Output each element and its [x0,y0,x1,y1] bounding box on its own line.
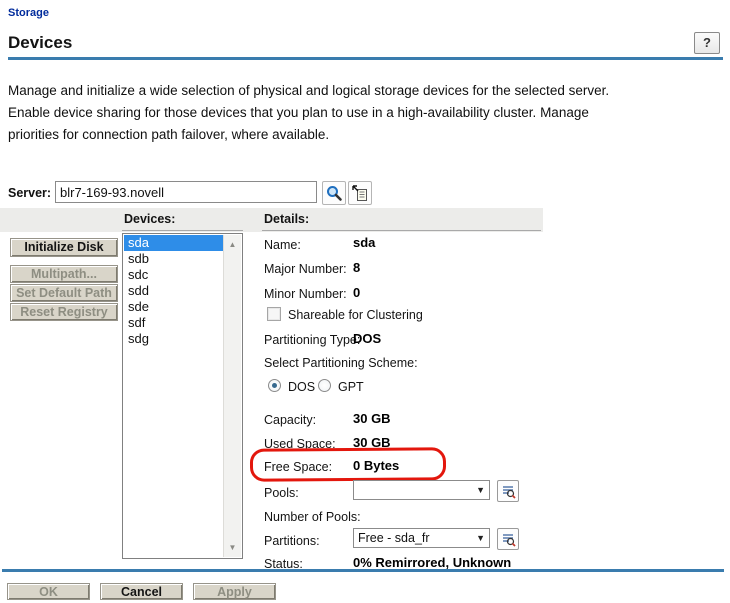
minor-number-value: 0 [353,285,360,300]
list-item-sda[interactable]: sda [124,235,224,251]
page-description: Manage and initialize a wide selection o… [8,80,636,146]
radio-dos-label: DOS [288,380,315,394]
initialize-disk-button[interactable]: Initialize Disk [10,238,118,257]
list-item-sdd[interactable]: sdd [124,283,224,299]
name-label: Name: [264,238,301,252]
free-space-value: 0 Bytes [353,458,399,473]
apply-button[interactable]: Apply [193,583,276,600]
radio-gpt-label: GPT [338,380,364,394]
multipath-button[interactable]: Multipath... [10,265,118,283]
pools-dropdown[interactable]: ▼ [353,480,490,500]
scroll-up-icon[interactable]: ▲ [224,237,241,252]
list-search-icon [501,484,516,499]
used-space-value: 30 GB [353,435,391,450]
number-of-pools-label: Number of Pools: [264,510,361,524]
minor-number-label: Minor Number: [264,287,347,301]
help-button[interactable]: ? [694,32,720,54]
server-label: Server: [8,186,51,200]
list-item-sde[interactable]: sde [124,299,224,315]
capacity-label: Capacity: [264,413,316,427]
breadcrumb-storage-link[interactable]: Storage [8,7,49,19]
used-space-label: Used Space: [264,437,336,451]
name-value: sda [353,235,375,250]
partitioning-scheme-label: Select Partitioning Scheme: [264,356,418,370]
server-input[interactable] [55,181,317,203]
status-value: 0% Remirrored, Unknown [353,555,511,570]
radio-gpt[interactable] [318,379,331,392]
cancel-button[interactable]: Cancel [100,583,183,600]
details-header-underline [262,230,541,231]
list-item-sdg[interactable]: sdg [124,331,224,347]
footer-divider [2,569,724,572]
devices-column-header: Devices: [124,212,175,226]
details-column-header: Details: [264,212,309,226]
shareable-label: Shareable for Clustering [288,308,423,322]
major-number-label: Major Number: [264,262,347,276]
ok-button[interactable]: OK [7,583,90,600]
major-number-value: 8 [353,260,360,275]
object-selector-button[interactable] [322,181,346,205]
object-history-button[interactable] [348,181,372,205]
partitioning-type-label: Partitioning Type: [264,333,360,347]
partitions-dropdown-value: Free - sda_fr [358,531,430,545]
list-scrollbar[interactable]: ▲ ▼ [223,235,241,557]
list-search-icon [501,532,516,547]
list-item-sdb[interactable]: sdb [124,251,224,267]
capacity-value: 30 GB [353,411,391,426]
page-title: Devices [8,33,72,53]
devices-header-underline [122,230,243,231]
list-item-sdc[interactable]: sdc [124,267,224,283]
radio-dos[interactable] [268,379,281,392]
device-listbox: sda sdb sdc sdd sde sdf sdg ▲ ▼ [122,233,243,559]
search-icon [325,184,343,202]
partitions-dropdown[interactable]: Free - sda_fr ▼ [353,528,490,548]
chevron-down-icon: ▼ [476,481,485,499]
object-history-icon [351,184,369,202]
pools-label: Pools: [264,486,299,500]
reset-registry-button[interactable]: Reset Registry [10,303,118,321]
scroll-down-icon[interactable]: ▼ [224,540,241,555]
pools-details-button[interactable] [497,480,519,502]
title-divider [8,57,723,60]
device-list: sda sdb sdc sdd sde sdf sdg [124,235,224,557]
free-space-label: Free Space: [264,460,332,474]
set-default-path-button[interactable]: Set Default Path [10,284,118,302]
partitions-details-button[interactable] [497,528,519,550]
list-item-sdf[interactable]: sdf [124,315,224,331]
partitions-label: Partitions: [264,534,320,548]
chevron-down-icon: ▼ [476,529,485,547]
partitioning-type-value: DOS [353,331,381,346]
shareable-checkbox[interactable] [267,307,281,321]
